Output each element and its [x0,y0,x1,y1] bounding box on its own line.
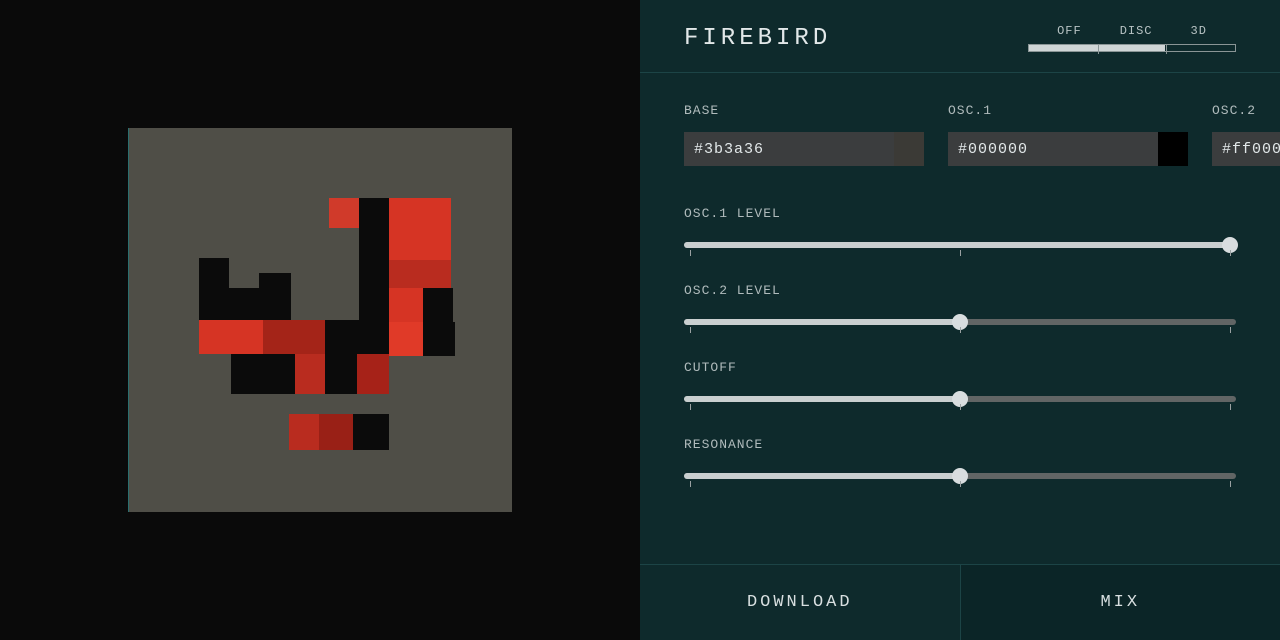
mode-label-3d: 3D [1191,24,1207,38]
mode-switch[interactable]: OFF DISC 3D [1028,24,1236,52]
osc2-level-slider[interactable] [684,312,1236,332]
color-group-base: BASE [684,103,924,166]
mode-divider [1098,44,1099,54]
footer: DOWNLOAD MIX [640,564,1280,640]
controls: BASE OSC.1 OSC.2 [640,73,1280,564]
mode-labels: OFF DISC 3D [1057,24,1207,38]
cutoff-slider[interactable] [684,389,1236,409]
slider-group-resonance: RESONANCE [684,437,1236,486]
preset-title: FIREBIRD [684,25,831,52]
base-color-input[interactable] [684,132,894,166]
base-label: BASE [684,103,924,118]
header: FIREBIRD OFF DISC 3D [640,0,1280,73]
osc2-level-label: OSC.2 LEVEL [684,283,1236,298]
color-row: BASE OSC.1 OSC.2 [684,103,1236,166]
slider-group-osc1-level: OSC.1 LEVEL [684,206,1236,255]
resonance-label: RESONANCE [684,437,1236,452]
mode-label-off: OFF [1057,24,1082,38]
osc2-color-input[interactable] [1212,132,1280,166]
download-button[interactable]: DOWNLOAD [640,565,960,640]
mode-label-disc: DISC [1120,24,1153,38]
osc2-label: OSC.2 [1212,103,1280,118]
color-group-osc2: OSC.2 [1212,103,1280,166]
osc1-color-input[interactable] [948,132,1158,166]
preview-canvas [128,128,512,512]
preview-panel [0,0,640,640]
color-group-osc1: OSC.1 [948,103,1188,166]
osc1-label: OSC.1 [948,103,1188,118]
osc1-level-slider[interactable] [684,235,1236,255]
cutoff-label: CUTOFF [684,360,1236,375]
mode-divider [1166,44,1167,54]
mode-track[interactable] [1028,44,1236,52]
mix-button[interactable]: MIX [960,565,1280,640]
slider-group-cutoff: CUTOFF [684,360,1236,409]
base-swatch[interactable] [894,132,924,166]
osc1-swatch[interactable] [1158,132,1188,166]
osc1-level-label: OSC.1 LEVEL [684,206,1236,221]
resonance-slider[interactable] [684,466,1236,486]
control-panel: FIREBIRD OFF DISC 3D BASE [640,0,1280,640]
slider-group-osc2-level: OSC.2 LEVEL [684,283,1236,332]
